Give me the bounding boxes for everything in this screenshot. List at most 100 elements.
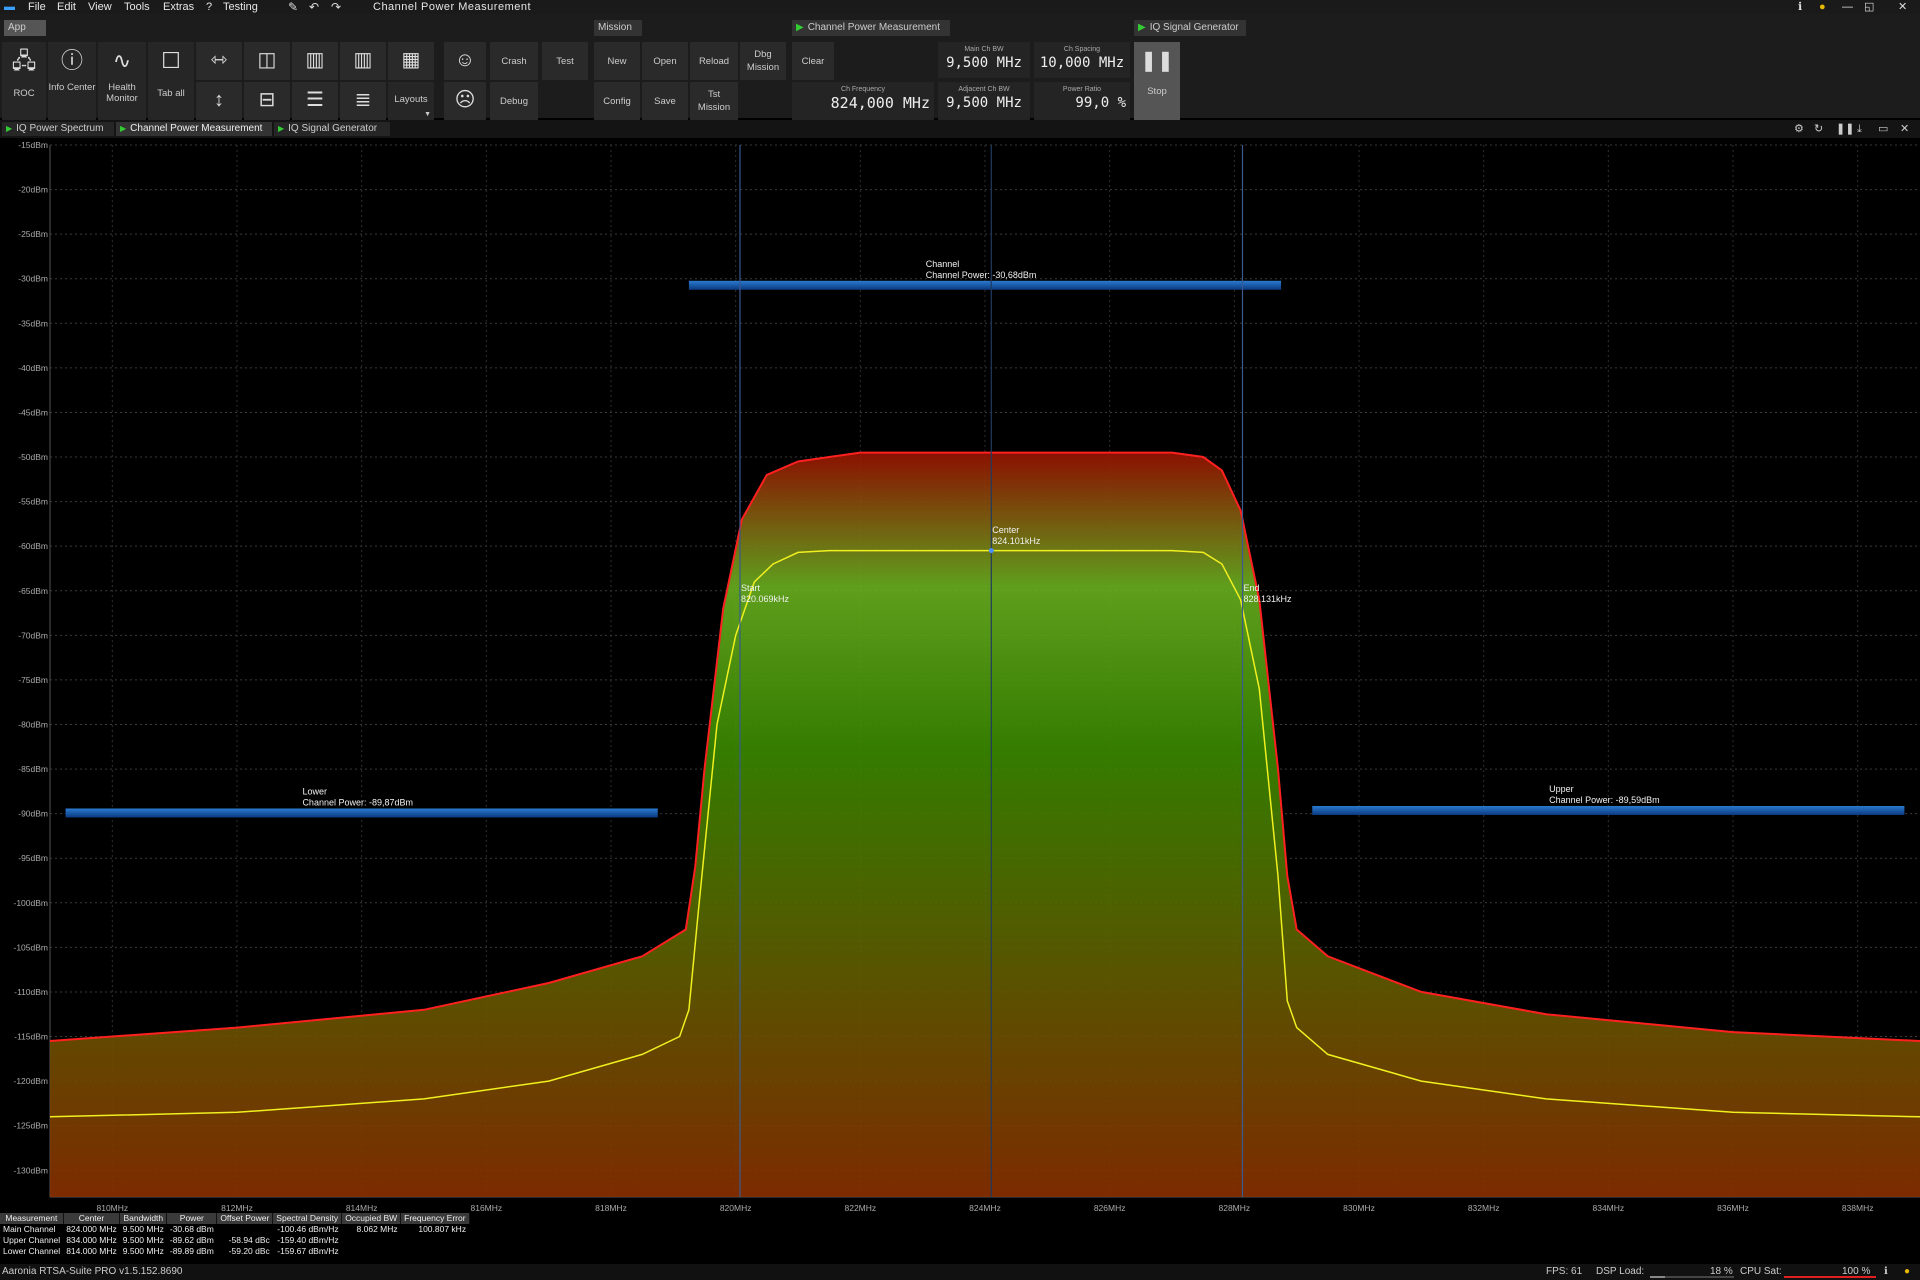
table-header-cell[interactable]: Center xyxy=(63,1213,121,1224)
mission-config-button[interactable]: Config xyxy=(594,82,640,120)
layout-grid-button[interactable]: ▦ xyxy=(388,42,434,80)
mission-reload-button[interactable]: Reload xyxy=(690,42,738,80)
layout-4row-button[interactable]: ≣ xyxy=(340,82,386,120)
info-status-icon[interactable]: ℹ xyxy=(1884,1264,1888,1280)
table-cell xyxy=(401,1235,469,1246)
info-icon[interactable]: ℹ xyxy=(1798,0,1802,14)
table-header-cell[interactable]: Spectral Density xyxy=(272,1213,343,1224)
y-tick-label: -105dBm xyxy=(14,942,49,952)
menu-extras[interactable]: Extras xyxy=(163,0,194,14)
menu-help[interactable]: ? xyxy=(206,0,212,14)
table-row: Lower Channel 814.000 MHz 9.500 MHz -89.89 … xyxy=(0,1246,469,1257)
crash-button[interactable]: Crash xyxy=(490,42,538,80)
layout-2row-button[interactable]: ⊟ xyxy=(244,82,290,120)
debug-button[interactable]: Debug xyxy=(490,82,538,120)
table-cell: Lower Channel xyxy=(3,1246,61,1256)
x-tick-label: 824MHz xyxy=(969,1203,1001,1213)
refresh-icon[interactable]: ↻ xyxy=(1814,122,1823,136)
tab-iq-signal-generator-label: IQ Signal Generator xyxy=(288,123,378,134)
info-circle-icon: ⓘ xyxy=(60,48,83,73)
pause-small-icon[interactable]: ❚❚ xyxy=(1836,122,1854,136)
layout-split-v-button[interactable]: ↕ xyxy=(196,82,242,120)
ch-frequency-value: 824,000 MHz xyxy=(830,94,930,112)
channel-bar-upper[interactable] xyxy=(1312,805,1905,815)
menu-testing[interactable]: Testing xyxy=(223,0,258,14)
ch-frequency-field[interactable]: Ch Frequency 824,000 MHz xyxy=(792,82,934,120)
window-title: Channel Power Measurement xyxy=(373,1,532,13)
spectrum-panel[interactable]: -15dBm -20dBm -25dBm -30dBm -35dBm -40dBm -45d… xyxy=(0,139,1920,1217)
tab-all-button[interactable]: ☐ Tab all xyxy=(148,42,194,120)
layout-4col-button[interactable]: ▥ xyxy=(340,42,386,80)
download-icon[interactable]: ⤓ xyxy=(1857,122,1862,136)
table-cell: 814.000 MHz xyxy=(66,1246,117,1256)
dbg-mission-button[interactable]: Dbg Mission xyxy=(740,42,786,80)
adjacent-ch-bw-field[interactable]: Adjacent Ch BW 9,500 MHz xyxy=(938,82,1030,120)
tab-iq-signal-generator[interactable]: ▶ IQ Signal Generator xyxy=(274,122,390,136)
marker-label-end: End xyxy=(1243,583,1259,593)
power-ratio-field[interactable]: Power Ratio 99,0 % xyxy=(1034,82,1130,120)
table-cell: 9.500 MHz xyxy=(122,1224,164,1234)
layout-3col-button[interactable]: ▥ xyxy=(292,42,338,80)
test-button[interactable]: Test xyxy=(542,42,588,80)
channel-bar-channel[interactable] xyxy=(688,280,1282,290)
tab-iq-power-spectrum[interactable]: ▶ IQ Power Spectrum xyxy=(2,122,114,136)
smiley-sad-button[interactable]: ☹ xyxy=(444,82,486,120)
table-header-cell[interactable]: Offset Power xyxy=(216,1213,274,1224)
gear-icon[interactable]: ⚙ xyxy=(1794,122,1804,136)
stop-button[interactable]: ❚❚ Stop xyxy=(1134,42,1180,120)
undo-icon[interactable]: ↶ xyxy=(309,0,319,14)
tst-mission-button[interactable]: Tst Mission xyxy=(690,82,738,120)
spectrum-chart[interactable]: -15dBm -20dBm -25dBm -30dBm -35dBm -40dBm -45d… xyxy=(0,139,1920,1213)
x-tick-label: 810MHz xyxy=(97,1203,129,1213)
group-header-channel-power-label: Channel Power Measurement xyxy=(807,22,940,33)
frown-icon: ☹ xyxy=(454,89,476,111)
health-monitor-button[interactable]: ∿ Health Monitor xyxy=(98,42,146,120)
menu-view[interactable]: View xyxy=(88,0,112,14)
mission-new-button[interactable]: New xyxy=(594,42,640,80)
layout-3row-button[interactable]: ☰ xyxy=(292,82,338,120)
roc-button[interactable]: 🖧 ROC xyxy=(2,42,46,120)
minimize-icon[interactable]: — xyxy=(1842,0,1853,14)
group-header-app[interactable]: App xyxy=(4,20,46,36)
pencil-icon[interactable]: ✎ xyxy=(288,0,298,14)
menu-file[interactable]: File xyxy=(28,0,46,14)
stop-label: Stop xyxy=(1147,86,1167,97)
table-header-cell[interactable]: Measurement xyxy=(0,1213,64,1224)
table-header-cell[interactable]: Power xyxy=(166,1213,218,1224)
ch-spacing-value: 10,000 MHz xyxy=(1039,55,1125,71)
ch-spacing-field[interactable]: Ch Spacing 10,000 MHz xyxy=(1034,42,1130,78)
pulse-icon: ∿ xyxy=(112,48,132,73)
warning-status-icon[interactable]: ● xyxy=(1904,1264,1910,1280)
restore-icon[interactable]: ▭ xyxy=(1878,122,1888,136)
menu-tools[interactable]: Tools xyxy=(124,0,150,14)
warning-icon[interactable]: ● xyxy=(1819,0,1826,14)
x-axis-labels: 810MHz 812MHz 814MHz 816MHz 818MHz 820MHz 822M… xyxy=(97,1203,1874,1213)
menu-edit[interactable]: Edit xyxy=(57,0,76,14)
clear-button[interactable]: Clear xyxy=(792,42,834,80)
close-tab-icon[interactable]: ✕ xyxy=(1900,122,1909,136)
main-ch-bw-field[interactable]: Main Ch BW 9,500 MHz xyxy=(938,42,1030,78)
maximize-icon[interactable]: ◱ xyxy=(1864,0,1874,14)
smiley-happy-button[interactable]: ☺ xyxy=(444,42,486,80)
table-header-cell[interactable]: Frequency Error xyxy=(400,1213,470,1224)
redo-icon[interactable]: ↷ xyxy=(331,0,341,14)
layout-split-h-button[interactable]: ⇿ xyxy=(196,42,242,80)
info-center-button[interactable]: ⓘ Info Center xyxy=(48,42,96,120)
mission-open-button[interactable]: Open xyxy=(642,42,688,80)
mission-save-button[interactable]: Save xyxy=(642,82,688,120)
status-bar: Aaronia RTSA-Suite PRO v1.5.152.8690 FPS… xyxy=(0,1264,1920,1280)
table-header-cell[interactable]: Occupied BW xyxy=(341,1213,402,1224)
layouts-dropdown-button[interactable]: Layouts ▼ xyxy=(388,82,434,120)
table-cell: -89.89 dBm xyxy=(169,1246,214,1256)
channel-bar-lower[interactable] xyxy=(65,808,658,818)
tab-channel-power-measurement[interactable]: ▶ Channel Power Measurement xyxy=(116,122,272,136)
table-header-cell[interactable]: Bandwidth xyxy=(119,1213,168,1224)
y-tick-label: -120dBm xyxy=(14,1076,49,1086)
channel-label-lower: Lower xyxy=(302,786,327,796)
health-monitor-label: Health Monitor xyxy=(106,82,138,104)
close-icon[interactable]: ✕ xyxy=(1898,0,1907,14)
grid-icon: ▦ xyxy=(401,49,421,71)
table-cell: 8.062 MHz xyxy=(356,1224,398,1234)
layout-2col-button[interactable]: ◫ xyxy=(244,42,290,80)
four-row-icon: ≣ xyxy=(354,89,372,111)
